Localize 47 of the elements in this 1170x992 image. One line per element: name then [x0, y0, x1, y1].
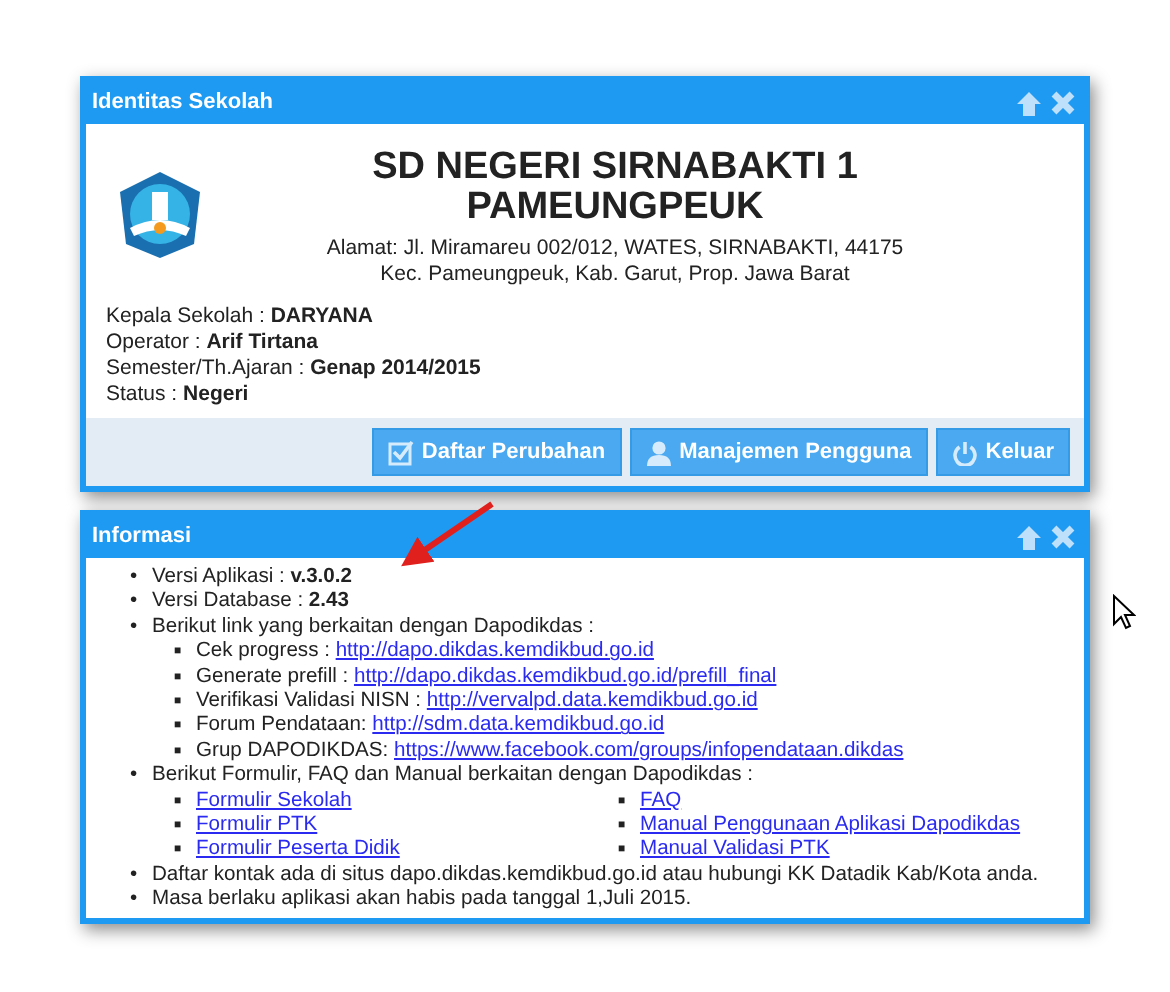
- link-text: Grup DAPODIKDAS: https://www.facebook.com/groups/infopendataan.dikdas: [196, 739, 904, 762]
- school-detail: Status : Negeri: [106, 382, 251, 408]
- info-text: Berikut link yang berkaitan dengan Dapodikdas :: [152, 615, 594, 638]
- list-bullet: •: [130, 863, 140, 889]
- list-bullet: •: [130, 764, 140, 790]
- user-icon: [645, 439, 672, 465]
- document-link[interactable]: Manual Penggunaan Aplikasi Dapodikdas: [640, 814, 1021, 837]
- document-link[interactable]: Manual Validasi PTK: [640, 838, 830, 861]
- school-address: Alamat: Jl. Miramareu 002/012, WATES, SIRNABAKTI, 44175: [326, 236, 904, 262]
- collapse-arrow-icon[interactable]: [1016, 89, 1042, 117]
- list-bullet: •: [130, 590, 140, 616]
- link[interactable]: http://vervalpd.data.kemdikbud.go.id: [426, 690, 758, 713]
- info-text: Versi Aplikasi : v.3.0.2: [152, 566, 352, 588]
- link-text: Cek progress : http://dapo.dikdas.kemdikbud.go.id: [196, 640, 654, 663]
- mouse-cursor-icon: [1112, 594, 1136, 630]
- school-address: Kec. Pameungpeuk, Kab. Garut, Prop. Jawa Barat: [378, 262, 852, 288]
- school-emblem-icon: [114, 168, 206, 260]
- link[interactable]: http://dapo.dikdas.kemdikbud.go.id/prefill_final: [353, 665, 777, 688]
- link-text: Verifikasi Validasi NISN : http://vervalpd.data.kemdikbud.go.id: [196, 690, 758, 713]
- link-text: Generate prefill : http://dapo.dikdas.kemdikbud.go.id/prefill_final: [196, 665, 777, 688]
- document-link[interactable]: Formulir Sekolah: [196, 789, 352, 812]
- panel-title: Informasi: [92, 522, 192, 553]
- document-link[interactable]: Formulir Peserta Didik: [196, 838, 400, 861]
- panel-title: Identitas Sekolah: [92, 88, 273, 119]
- school-name: SD NEGERI SIRNABAKTI 1 PAMEUNGPEUK: [370, 148, 860, 228]
- document-link[interactable]: Formulir PTK: [196, 814, 318, 837]
- info-text: Berikut Formulir, FAQ dan Manual berkaitan dengan Dapodikdas :: [152, 764, 753, 787]
- close-icon[interactable]: [1050, 524, 1076, 550]
- link-text: Forum Pendataan: http://sdm.data.kemdikbud.go.id: [196, 714, 665, 737]
- info-text: Masa berlaku aplikasi akan habis pada tanggal 1,Juli 2015.: [152, 888, 692, 911]
- document-link[interactable]: FAQ: [640, 789, 682, 812]
- info-text: Daftar kontak ada di situs dapo.dikdas.kemdikbud.go.id atau hubungi KK Datadik Kab/Kota anda.: [152, 863, 1039, 886]
- list-bullet: •: [130, 888, 140, 914]
- link[interactable]: http://sdm.data.kemdikbud.go.id: [372, 714, 665, 737]
- school-detail: Semester/Th.Ajaran : Genap 2014/2015: [106, 356, 483, 382]
- school-detail: Operator : Arif Tirtana: [106, 330, 321, 356]
- power-icon: [951, 439, 978, 465]
- collapse-arrow-icon[interactable]: [1016, 523, 1042, 551]
- list-bullet: •: [130, 615, 140, 641]
- annotation-arrow: [396, 496, 500, 572]
- close-icon[interactable]: [1050, 90, 1076, 116]
- checkbox-icon: [387, 439, 414, 465]
- link[interactable]: https://www.facebook.com/groups/infopendataan.dikdas: [394, 739, 904, 762]
- list-bullet: •: [130, 566, 140, 591]
- info-text: Versi Database : 2.43: [152, 590, 349, 613]
- link[interactable]: http://dapo.dikdas.kemdikbud.go.id: [335, 640, 654, 663]
- school-detail: Kepala Sekolah : DARYANA: [106, 304, 375, 330]
